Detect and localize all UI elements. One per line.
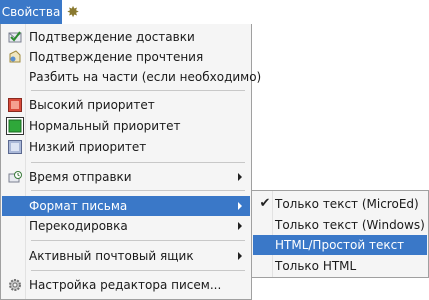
menu-item-label: Время отправки: [29, 170, 132, 184]
properties-dropdown-menu: Подтверждение доставки Подтверждение про…: [0, 24, 261, 300]
submenu-item-label: Только текст (MicroEd): [275, 197, 419, 211]
menu-item-label: Активный почтовый ящик: [29, 249, 194, 263]
menu-item-delivery-receipt[interactable]: Подтверждение доставки: [2, 27, 250, 47]
menu-item-send-time[interactable]: Время отправки: [2, 167, 250, 187]
check-icon: ✔: [259, 196, 271, 211]
menu-item-label: Подтверждение доставки: [29, 30, 195, 44]
menu-item-read-receipt[interactable]: Подтверждение прочтения: [2, 47, 250, 67]
menu-item-label: Нормальный приоритет: [29, 119, 181, 133]
menu-item-label: Высокий приоритет: [29, 98, 155, 112]
submenu-item-text-microed[interactable]: ✔ Только текст (MicroEd): [253, 194, 427, 214]
priority-normal-icon: [6, 117, 24, 135]
gear-icon: [8, 278, 22, 292]
gear-icon[interactable]: ✸: [64, 3, 82, 21]
menu-item-label: Низкий приоритет: [29, 140, 147, 154]
send-time-icon: [8, 170, 22, 184]
menu-item-recode[interactable]: Перекодировка: [2, 216, 250, 236]
menu-item-editor-settings[interactable]: Настройка редактора писем...: [2, 275, 250, 295]
menu-divider: [31, 162, 245, 163]
menu-item-label: Подтверждение прочтения: [29, 50, 204, 64]
submenu-item-html-only[interactable]: Только HTML: [253, 256, 427, 276]
submenu-arrow-icon: [238, 173, 242, 181]
read-receipt-icon: [8, 50, 22, 64]
submenu-item-text-windows[interactable]: Только текст (Windows): [253, 215, 427, 235]
menubar: Свойства ✸: [0, 0, 429, 24]
menu-item-priority-low[interactable]: Низкий приоритет: [2, 137, 250, 157]
menu-item-priority-high[interactable]: Высокий приоритет: [2, 95, 250, 115]
submenu-arrow-icon: [238, 222, 242, 230]
menu-divider: [31, 240, 245, 241]
message-format-submenu: ✔ Только текст (MicroEd) Только текст (W…: [251, 190, 429, 278]
submenu-arrow-icon: [238, 252, 242, 260]
menu-divider: [31, 190, 245, 191]
menu-item-label: Разбить на части (если необходимо): [29, 70, 262, 84]
submenu-item-label: Только текст (Windows): [275, 218, 425, 232]
menu-item-label: Перекодировка: [29, 219, 128, 233]
menu-item-split-message[interactable]: Разбить на части (если необходимо): [2, 67, 261, 87]
priority-low-icon: [8, 140, 22, 154]
submenu-item-html-plain[interactable]: HTML/Простой текст: [253, 235, 427, 255]
menu-item-message-format[interactable]: Формат письма: [2, 196, 250, 216]
properties-menu-label: Свойства: [1, 5, 61, 19]
menu-item-label: Настройка редактора писем...: [29, 278, 222, 292]
submenu-arrow-icon: [238, 202, 242, 210]
menu-divider: [31, 270, 245, 271]
menu-divider: [31, 90, 245, 91]
menu-item-priority-normal[interactable]: Нормальный приоритет: [2, 116, 250, 136]
delivery-receipt-icon: [8, 30, 22, 44]
submenu-item-label: Только HTML: [275, 259, 357, 273]
submenu-item-label: HTML/Простой текст: [275, 238, 405, 252]
menu-item-label: Формат письма: [29, 199, 128, 213]
priority-high-icon: [8, 98, 22, 112]
properties-menu-button[interactable]: Свойства: [0, 0, 62, 24]
menu-item-active-mailbox[interactable]: Активный почтовый ящик: [2, 246, 250, 266]
